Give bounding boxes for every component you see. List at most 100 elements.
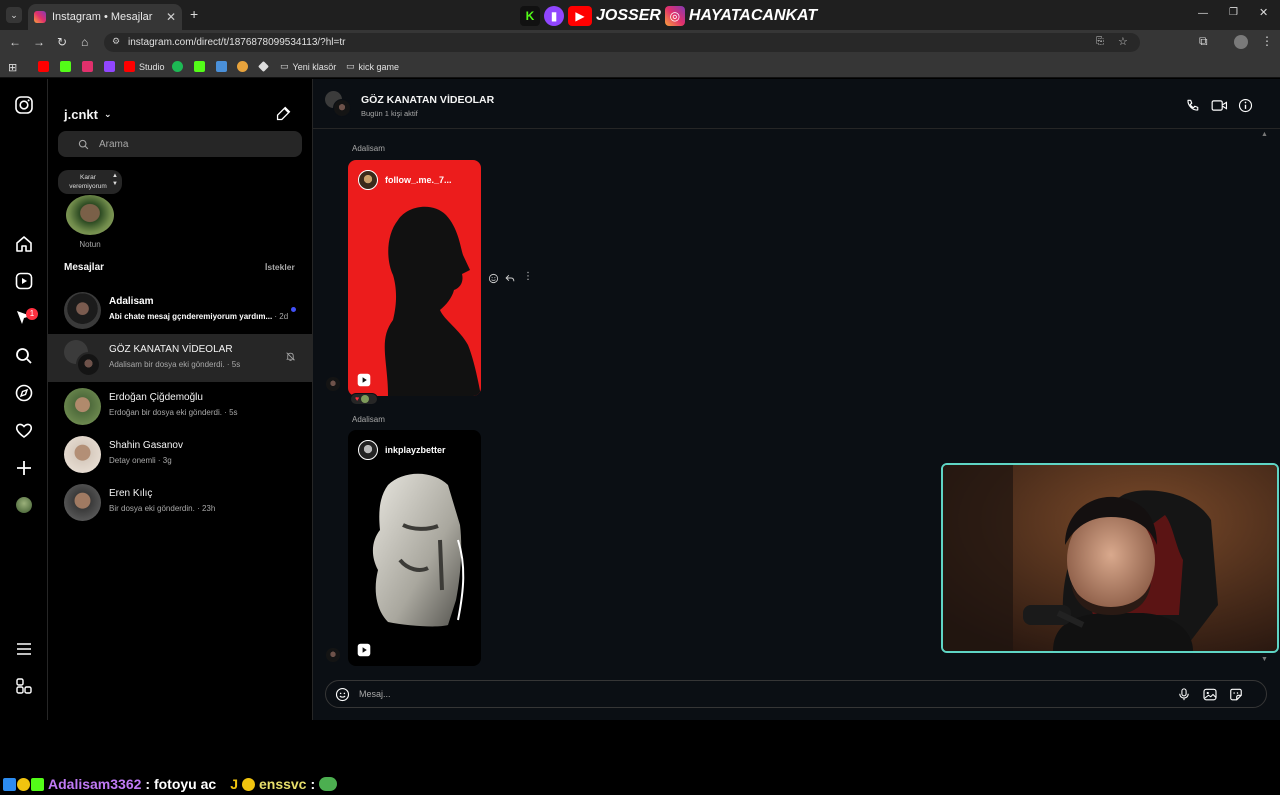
requests-link[interactable]: İstekler [265, 262, 295, 272]
site-info-icon[interactable]: ⚙ [112, 36, 120, 47]
youtube-studio-icon [124, 61, 135, 72]
reload-icon[interactable]: ↻ [57, 35, 67, 49]
bookmark-youtube-icon[interactable] [38, 61, 49, 72]
founder-badge-icon [31, 777, 44, 791]
chat-title[interactable]: GÖZ KANATAN VİDEOLAR [361, 94, 494, 106]
thread-item[interactable]: Eren Kılıç Bir dosya eki gönderdin. · 23… [48, 478, 313, 526]
scroll-up-icon[interactable]: ▲ [1261, 131, 1268, 138]
bookmark-studio[interactable]: Studio [124, 61, 165, 72]
badge-icons [3, 777, 44, 791]
unread-dot [291, 307, 296, 312]
reply-icon[interactable] [504, 273, 516, 284]
reel-author[interactable]: follow_.me._7... [385, 175, 452, 185]
apps-grid-icon[interactable]: ⊞ [8, 61, 17, 74]
chat-header: GÖZ KANATAN VİDEOLAR Bugün 1 kişi aktif [313, 79, 1280, 129]
instagram-logo-icon[interactable] [14, 95, 34, 115]
scroll-down-icon[interactable]: ▼ [1261, 656, 1268, 663]
thread-name: GÖZ KANATAN VİDEOLAR [109, 344, 233, 355]
bookmark-edit-icon[interactable] [216, 61, 227, 72]
search-input[interactable]: Arama [58, 131, 302, 157]
restore-icon[interactable]: ❐ [1229, 7, 1238, 18]
back-icon[interactable]: ← [9, 35, 21, 49]
notification-badge: 1 [26, 308, 38, 320]
thread-preview-row: Adalisam bir dosya eki gönderdi. · 5s [109, 360, 240, 369]
nav-rail: 1 [0, 79, 48, 720]
bookmark-star-icon[interactable]: ☆ [1118, 35, 1128, 48]
new-message-icon[interactable] [275, 105, 292, 122]
thread-time: · 5s [226, 360, 241, 369]
heart-nav-icon[interactable] [14, 420, 34, 440]
reactor-avatar [361, 395, 370, 403]
thread-preview: Adalisam bir dosya eki gönderdi. [109, 360, 225, 369]
gallery-icon[interactable] [1202, 687, 1218, 702]
bookmark-spotify-icon[interactable] [172, 61, 183, 72]
chat-username: Adalisam3362 [48, 776, 142, 792]
thread-item-active[interactable]: GÖZ KANATAN VİDEOLAR Adalisam bir dosya … [48, 334, 313, 382]
reaction-chip[interactable]: ♥ [350, 393, 378, 405]
message-composer[interactable]: Mesaj... [325, 680, 1267, 708]
thread-list-pane: j.cnkt ⌄ Arama Karar veremiyorum ▲ ▼ Notu… [48, 79, 313, 720]
address-bar[interactable]: ⚙ instagram.com/direct/t/18768780995341​… [104, 33, 1140, 52]
shared-reel-card[interactable]: inkplayzbetter [348, 430, 481, 666]
bookmark-twitch-icon[interactable] [104, 61, 115, 72]
note-label: Notun [79, 240, 101, 249]
sender-avatar [326, 648, 340, 662]
bookmark-kick-icon[interactable] [60, 61, 71, 72]
bookmark-label: Yeni klasör [292, 61, 337, 72]
sticker-icon[interactable] [1228, 687, 1244, 702]
tab-instagram[interactable]: Instagram • Mesajlar ✕ [28, 4, 182, 30]
thread-name: Adalisam [109, 296, 154, 307]
browser-menu-icon[interactable]: ⋮ [1261, 34, 1273, 48]
react-emoji-icon[interactable] [488, 273, 499, 284]
create-nav-icon[interactable] [14, 458, 34, 478]
profile-nav-avatar[interactable] [16, 497, 32, 513]
note-item[interactable]: Karar veremiyorum ▲ ▼ Notun [58, 170, 122, 250]
thread-name: Erdoğan Çiğdemoğlu [109, 392, 203, 403]
thread-item[interactable]: Adalisam Abi chate mesaj gçnderemiyorum … [48, 286, 313, 334]
instagram-app: 1 j.cnkt ⌄ Arama Karar veremiyorum ▲ ▼ No… [0, 79, 1280, 792]
minimize-icon[interactable]: — [1198, 8, 1208, 19]
phone-call-icon[interactable] [1185, 98, 1200, 113]
thread-preview: Erdoğan bir dosya eki gönderdi. [109, 408, 222, 417]
account-switcher[interactable]: j.cnkt ⌄ [64, 107, 112, 122]
bookmark-diamond-icon[interactable] [258, 61, 269, 72]
reel-author[interactable]: inkplayzbetter [385, 445, 446, 455]
search-nav-icon[interactable] [14, 346, 34, 366]
explore-nav-icon[interactable] [14, 383, 34, 403]
tab-title: Instagram • Mesajlar [52, 11, 153, 23]
bookmark-instagram-icon[interactable] [82, 61, 93, 72]
home-icon[interactable]: ⌂ [81, 35, 88, 49]
home-nav-icon[interactable] [14, 234, 34, 254]
moderator-badge-icon [3, 777, 16, 791]
profile-avatar-icon[interactable] [1234, 35, 1248, 49]
install-app-icon[interactable]: ⎘ [1096, 36, 1104, 47]
more-options-icon[interactable]: ⋮ [523, 271, 533, 282]
bookmark-kick2-icon[interactable] [194, 61, 205, 72]
microphone-icon[interactable] [1177, 687, 1191, 702]
close-tab-icon[interactable]: ✕ [166, 10, 176, 24]
bookmark-bot-icon[interactable] [237, 61, 248, 72]
messages-heading: Mesajlar [64, 262, 105, 273]
tab-list-dropdown-icon[interactable]: ⌄ [6, 7, 22, 23]
youtube-icon: ▶ [568, 6, 592, 26]
chat-message: : [310, 776, 316, 792]
message-input[interactable]: Mesaj... [359, 689, 391, 699]
also-from-meta-icon[interactable] [14, 676, 34, 696]
close-window-icon[interactable]: ✕ [1259, 6, 1268, 19]
reels-nav-icon[interactable] [14, 271, 34, 291]
conversation-info-icon[interactable] [1238, 98, 1253, 113]
forward-icon[interactable]: → [33, 35, 45, 49]
chat-group-avatar[interactable] [325, 91, 351, 117]
emoji-picker-icon[interactable] [335, 687, 350, 702]
shared-reel-card[interactable]: follow_.me._7... [348, 160, 481, 396]
bookmark-folder-yeni[interactable]: ▭ Yeni klasör [280, 61, 336, 72]
video-call-icon[interactable] [1211, 98, 1228, 113]
twitch-icon: ▮ [544, 6, 564, 26]
thread-item[interactable]: Shahin Gasanov Detay onemli · 3g [48, 430, 313, 478]
extensions-icon[interactable]: ⧉ [1199, 34, 1208, 49]
more-menu-icon[interactable] [14, 639, 34, 659]
thread-item[interactable]: Erdoğan Çiğdemoğlu Erdoğan bir dosya eki… [48, 382, 313, 430]
thread-name: Shahin Gasanov [109, 440, 183, 451]
bookmark-folder-kick-game[interactable]: ▭ kick game [346, 61, 399, 72]
new-tab-icon[interactable]: + [190, 6, 198, 22]
